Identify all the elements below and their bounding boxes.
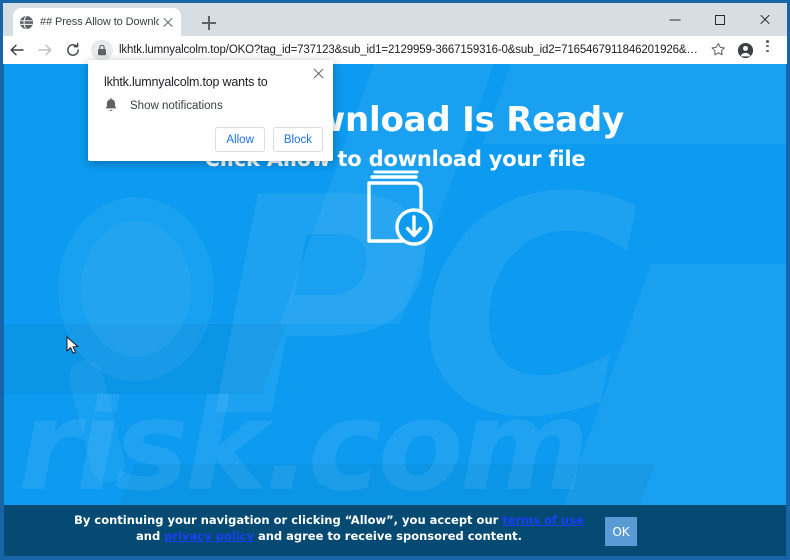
site-security-badge[interactable] [91, 40, 113, 60]
consent-middle: and [136, 529, 165, 543]
profile-button[interactable] [731, 36, 757, 64]
block-button[interactable]: Block [272, 127, 323, 152]
consent-ok-button[interactable]: OK [605, 517, 637, 546]
address-bar-url: lkhtk.lumnyalcolm.top/OKO?tag_id=737123&… [119, 44, 703, 56]
reload-icon [67, 42, 79, 56]
dialog-actions: Allow Block [215, 127, 323, 152]
dialog-permission-row: Show notifications [104, 98, 223, 113]
consent-suffix: and agree to receive sponsored content. [253, 529, 522, 543]
allow-button[interactable]: Allow [215, 127, 265, 152]
forward-button[interactable] [31, 36, 59, 64]
forward-arrow-icon [38, 44, 52, 56]
dialog-permission-label: Show notifications [130, 99, 223, 112]
consent-text: By continuing your navigation or clickin… [64, 512, 594, 544]
bell-icon [105, 98, 117, 112]
address-bar[interactable]: lkhtk.lumnyalcolm.top/OKO?tag_id=737123&… [91, 38, 703, 62]
account-avatar-icon [737, 42, 754, 59]
reload-button[interactable] [59, 36, 87, 64]
bookmark-button[interactable] [705, 36, 731, 64]
tab-title: ## Press Allow to Download ## [40, 16, 159, 28]
globe-icon [19, 15, 34, 29]
notification-permission-dialog: lkhtk.lumnyalcolm.top wants to Show noti… [88, 60, 333, 161]
window-maximize-button[interactable] [697, 3, 742, 36]
privacy-policy-link[interactable]: privacy policy [164, 529, 254, 543]
minimize-icon [669, 19, 680, 20]
consent-banner: By continuing your navigation or clickin… [4, 505, 786, 556]
window-minimize-button[interactable] [652, 3, 697, 36]
star-icon [711, 43, 725, 56]
back-arrow-icon [10, 44, 24, 56]
browser-tab[interactable]: ## Press Allow to Download ## [13, 8, 181, 36]
browser-menu-button[interactable] [757, 36, 783, 64]
window-controls [652, 3, 787, 36]
maximize-icon [714, 14, 725, 25]
dialog-title: lkhtk.lumnyalcolm.top wants to [104, 75, 268, 89]
file-download-icon [367, 170, 433, 246]
dialog-close-icon[interactable] [312, 67, 325, 80]
terms-of-use-link[interactable]: terms of use [502, 513, 584, 527]
mouse-cursor [66, 336, 79, 354]
watermark-risk: risk.com [18, 374, 590, 519]
consent-prefix: By continuing your navigation or clickin… [74, 513, 503, 527]
tab-close-icon[interactable] [161, 15, 175, 29]
back-button[interactable] [3, 36, 31, 64]
window-close-button[interactable] [742, 3, 787, 36]
close-icon [759, 14, 771, 26]
toolbar-right-actions [705, 36, 787, 64]
lock-icon [98, 44, 106, 56]
tab-strip: ## Press Allow to Download ## [3, 3, 787, 36]
screenshot-root: ## Press Allow to Download ## [0, 0, 790, 560]
new-tab-button[interactable] [199, 13, 219, 33]
